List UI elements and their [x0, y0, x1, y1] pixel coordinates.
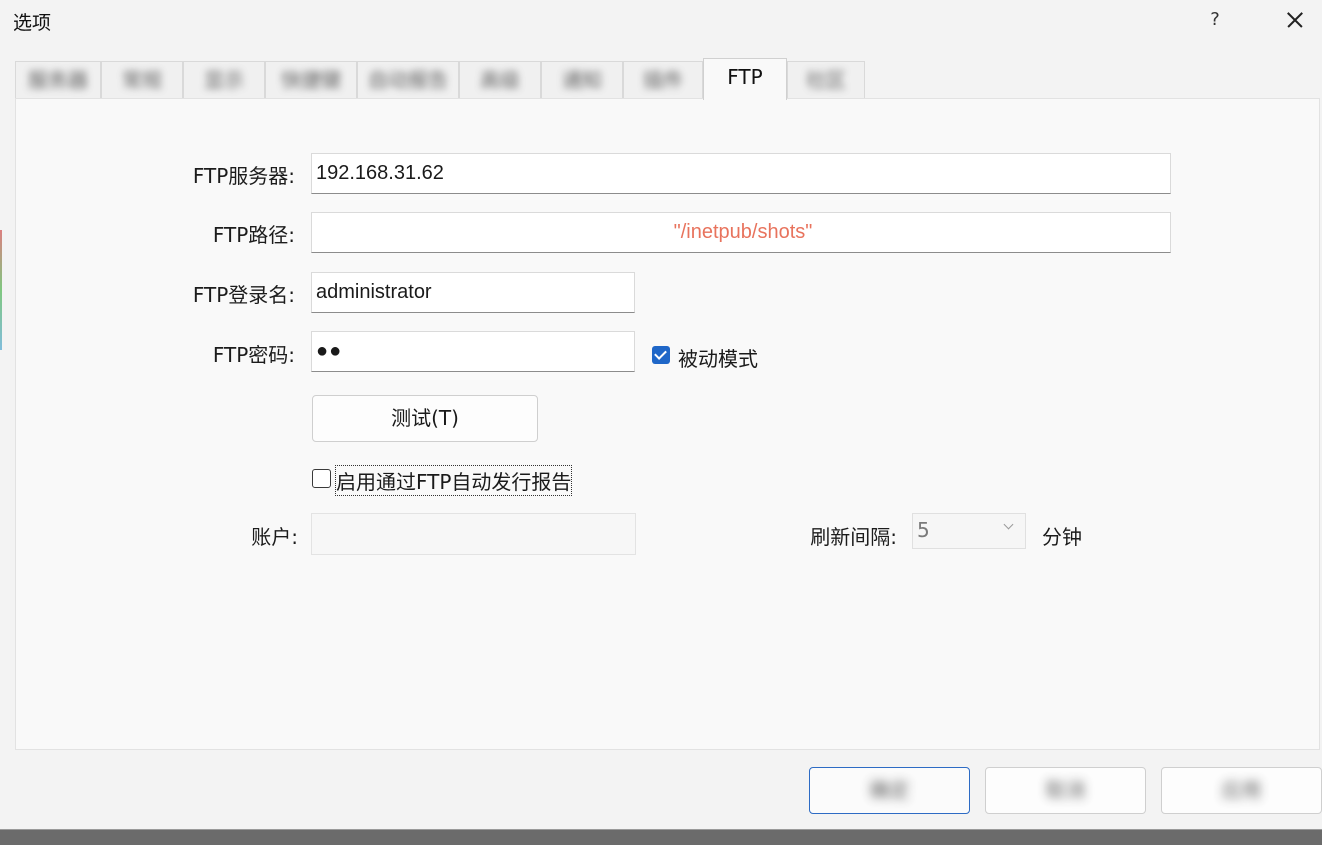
ftp-path-input[interactable]: "/inetpub/shots": [311, 212, 1171, 253]
apply-button-label: 应用: [1221, 778, 1262, 802]
tab-notifications[interactable]: 通知: [541, 61, 623, 98]
tab-label: 显示: [204, 68, 244, 92]
ftp-settings-panel: [15, 98, 1320, 750]
account-label: 账户:: [251, 525, 298, 549]
tab-auto-report[interactable]: 自动报告: [357, 61, 459, 98]
tab-advanced[interactable]: 高级: [459, 61, 541, 98]
ftp-password-input[interactable]: ●●: [311, 331, 635, 372]
ftp-password-label: FTP密码:: [212, 343, 295, 367]
tab-label: 快捷键: [281, 68, 341, 92]
tab-general[interactable]: 常规: [101, 61, 183, 98]
tab-community[interactable]: 社区: [787, 61, 865, 98]
tab-label: 自动报告: [368, 68, 448, 92]
cancel-button-label: 取消: [1045, 778, 1086, 802]
ftp-server-input[interactable]: 192.168.31.62: [311, 153, 1171, 194]
ftp-server-label: FTP服务器:: [192, 164, 295, 188]
apply-button[interactable]: 应用: [1161, 767, 1322, 814]
tab-label: FTP: [727, 65, 763, 89]
auto-report-checkbox[interactable]: [312, 469, 331, 488]
ftp-path-label: FTP路径:: [212, 223, 295, 247]
close-icon[interactable]: [1272, 4, 1316, 36]
cancel-button[interactable]: 取消: [985, 767, 1146, 814]
tab-label: 通知: [562, 68, 602, 92]
options-dialog: 选项 ? 服务器 常规 显示 快捷键 自动报告 高级 通知 插件 FTP 社区 …: [0, 0, 1322, 830]
account-input[interactable]: [311, 513, 636, 555]
chevron-down-icon: [1003, 521, 1015, 533]
tab-display[interactable]: 显示: [183, 61, 265, 98]
help-button[interactable]: ?: [1195, 4, 1235, 36]
auto-report-label[interactable]: 启用通过FTP自动发行报告: [334, 465, 573, 496]
refresh-interval-value: 5: [917, 518, 930, 542]
ftp-login-label: FTP登录名:: [192, 283, 295, 307]
window-title: 选项: [13, 12, 52, 34]
refresh-interval-select[interactable]: 5: [912, 513, 1026, 549]
tab-label: 常规: [122, 68, 162, 92]
passive-mode-checkbox[interactable]: [652, 346, 670, 364]
refresh-interval-label: 刷新间隔:: [810, 525, 897, 549]
tab-strip: 服务器 常规 显示 快捷键 自动报告 高级 通知 插件 FTP 社区: [15, 58, 1321, 100]
tab-plugins[interactable]: 插件: [623, 61, 703, 98]
background-edge: [0, 230, 2, 350]
title-bar: 选项 ?: [0, 0, 1322, 40]
tab-label: 社区: [806, 68, 846, 92]
tab-server[interactable]: 服务器: [15, 61, 101, 98]
passive-mode-label[interactable]: 被动模式: [678, 343, 758, 372]
tab-label: 服务器: [28, 68, 88, 92]
tab-ftp[interactable]: FTP: [703, 58, 787, 100]
ok-button[interactable]: 确定: [809, 767, 970, 814]
tab-label: 插件: [643, 68, 683, 92]
ok-button-label: 确定: [869, 778, 910, 802]
tab-label: 高级: [480, 68, 520, 92]
tab-shortcuts[interactable]: 快捷键: [265, 61, 357, 98]
refresh-unit-label: 分钟: [1042, 525, 1082, 549]
test-button[interactable]: 测试(T): [312, 395, 538, 442]
ftp-login-input[interactable]: administrator: [311, 272, 635, 313]
